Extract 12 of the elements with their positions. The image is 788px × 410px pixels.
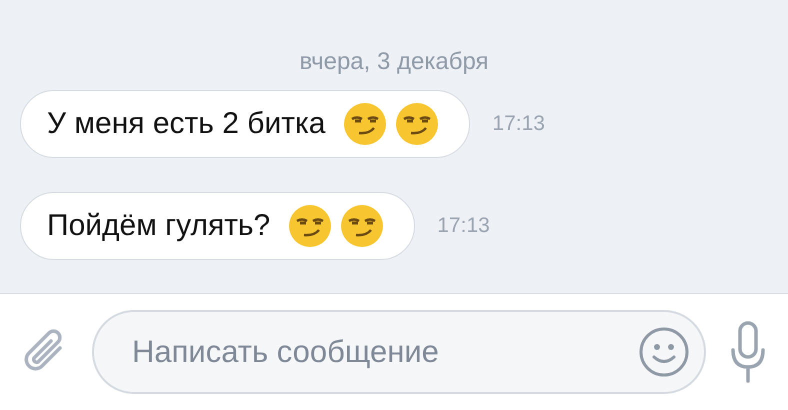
smirk-emoji-icon [340, 204, 384, 248]
smirk-emoji-icon [395, 102, 440, 146]
smirk-emoji-icon [343, 102, 388, 146]
message-text: Пойдём гулять? [47, 209, 270, 243]
message-text: У меня есть 2 битка [47, 107, 326, 141]
smirk-emoji-icon [288, 204, 332, 248]
message-input-field[interactable]: Написать сообщение [92, 310, 706, 394]
smile-icon[interactable] [638, 326, 690, 378]
date-divider: вчера, 3 декабря [298, 48, 490, 76]
message-time: 17:13 [492, 112, 545, 136]
message-time: 17:13 [437, 214, 490, 238]
microphone-icon[interactable] [730, 320, 766, 384]
